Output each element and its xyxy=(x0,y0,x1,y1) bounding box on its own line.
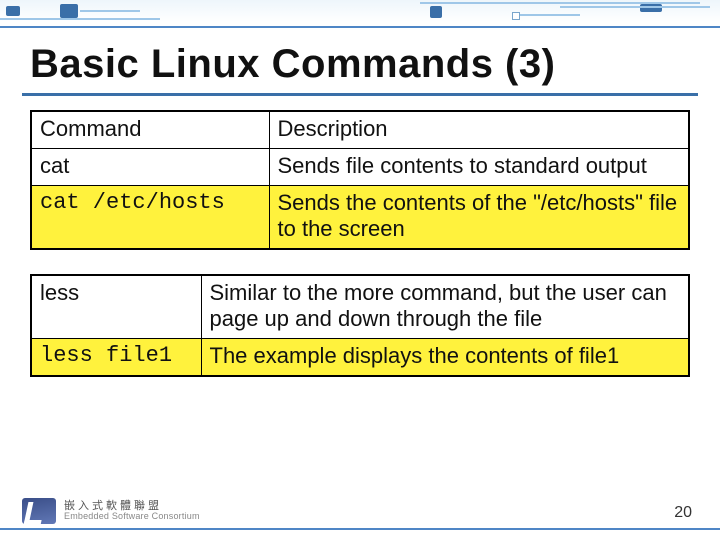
slide-title: Basic Linux Commands (3) xyxy=(0,28,720,93)
desc-cell: Similar to the more command, but the use… xyxy=(201,275,689,339)
footer-logo: 嵌入式軟體聯盟 Embedded Software Consortium xyxy=(22,498,200,524)
table-header-row: Command Description xyxy=(31,111,689,149)
table-row: less file1 The example displays the cont… xyxy=(31,339,689,377)
header-description: Description xyxy=(269,111,689,149)
cmd-cell: less file1 xyxy=(31,339,201,377)
desc-cell: Sends the contents of the "/etc/hosts" f… xyxy=(269,186,689,250)
logo-mark-icon xyxy=(22,498,56,524)
table-row: less Similar to the more command, but th… xyxy=(31,275,689,339)
commands-table-1: Command Description cat Sends file conte… xyxy=(30,110,690,250)
desc-cell: Sends file contents to standard output xyxy=(269,149,689,186)
cmd-cell: cat /etc/hosts xyxy=(31,186,269,250)
table-row: cat Sends file contents to standard outp… xyxy=(31,149,689,186)
top-decoration xyxy=(0,0,720,28)
footer-accent-line xyxy=(0,528,720,530)
table-row: cat /etc/hosts Sends the contents of the… xyxy=(31,186,689,250)
desc-cell: The example displays the contents of fil… xyxy=(201,339,689,377)
cmd-cell: less xyxy=(31,275,201,339)
cmd-cell: cat xyxy=(31,149,269,186)
logo-text: 嵌入式軟體聯盟 Embedded Software Consortium xyxy=(64,501,200,521)
content-area: Command Description cat Sends file conte… xyxy=(0,96,720,377)
org-name-en: Embedded Software Consortium xyxy=(64,512,200,521)
page-number: 20 xyxy=(674,504,692,522)
header-command: Command xyxy=(31,111,269,149)
commands-table-2: less Similar to the more command, but th… xyxy=(30,274,690,377)
footer: 嵌入式軟體聯盟 Embedded Software Consortium 20 xyxy=(0,494,720,530)
